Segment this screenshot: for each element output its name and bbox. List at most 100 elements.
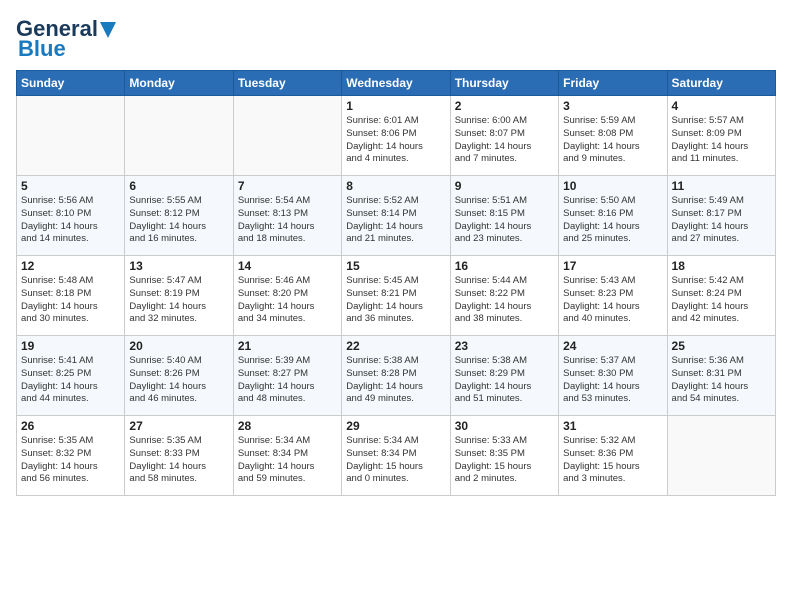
day-info: Sunrise: 5:52 AM Sunset: 8:14 PM Dayligh… xyxy=(346,195,445,246)
calendar-cell: 3 Sunrise: 5:59 AM Sunset: 8:08 PM Daylig… xyxy=(559,96,667,176)
day-info: Sunrise: 5:51 AM Sunset: 8:15 PM Dayligh… xyxy=(455,195,554,246)
calendar-week-row: 1Sunrise: 6:01 AM Sunset: 8:06 PM Daylig… xyxy=(17,96,776,176)
weekday-header-row: SundayMondayTuesdayWednesdayThursdayFrid… xyxy=(17,71,776,96)
day-number: 22 xyxy=(346,339,445,353)
calendar-cell xyxy=(125,96,233,176)
calendar-cell xyxy=(667,416,775,496)
day-number: 20 xyxy=(129,339,228,353)
day-info: Sunrise: 5:56 AM Sunset: 8:10 PM Dayligh… xyxy=(21,195,120,246)
calendar-table: SundayMondayTuesdayWednesdayThursdayFrid… xyxy=(16,70,776,496)
calendar-cell: 9 Sunrise: 5:51 AM Sunset: 8:15 PM Daylig… xyxy=(450,176,558,256)
day-info: Sunrise: 5:44 AM Sunset: 8:22 PM Dayligh… xyxy=(455,275,554,326)
day-number: 7 xyxy=(238,179,337,193)
weekday-header-saturday: Saturday xyxy=(667,71,775,96)
day-number: 11 xyxy=(672,179,771,193)
weekday-header-friday: Friday xyxy=(559,71,667,96)
calendar-cell: 20 Sunrise: 5:40 AM Sunset: 8:26 PM Dayli… xyxy=(125,336,233,416)
day-info: Sunrise: 5:35 AM Sunset: 8:32 PM Dayligh… xyxy=(21,435,120,486)
calendar-cell: 7 Sunrise: 5:54 AM Sunset: 8:13 PM Daylig… xyxy=(233,176,341,256)
calendar-cell: 19Sunrise: 5:41 AM Sunset: 8:25 PM Dayli… xyxy=(17,336,125,416)
calendar-cell: 4 Sunrise: 5:57 AM Sunset: 8:09 PM Daylig… xyxy=(667,96,775,176)
day-number: 5 xyxy=(21,179,120,193)
weekday-header-sunday: Sunday xyxy=(17,71,125,96)
day-number: 13 xyxy=(129,259,228,273)
day-info: Sunrise: 5:46 AM Sunset: 8:20 PM Dayligh… xyxy=(238,275,337,326)
page-header: General Blue xyxy=(16,16,776,62)
day-number: 2 xyxy=(455,99,554,113)
calendar-week-row: 5 Sunrise: 5:56 AM Sunset: 8:10 PM Daylig… xyxy=(17,176,776,256)
day-info: Sunrise: 5:45 AM Sunset: 8:21 PM Dayligh… xyxy=(346,275,445,326)
day-number: 18 xyxy=(672,259,771,273)
logo-triangle-icon xyxy=(98,18,118,40)
calendar-cell: 11Sunrise: 5:49 AM Sunset: 8:17 PM Dayli… xyxy=(667,176,775,256)
calendar-cell: 15 Sunrise: 5:45 AM Sunset: 8:21 PM Dayli… xyxy=(342,256,450,336)
day-info: Sunrise: 5:50 AM Sunset: 8:16 PM Dayligh… xyxy=(563,195,662,246)
day-number: 25 xyxy=(672,339,771,353)
day-number: 23 xyxy=(455,339,554,353)
calendar-cell: 12 Sunrise: 5:48 AM Sunset: 8:18 PM Dayli… xyxy=(17,256,125,336)
calendar-cell: 2 Sunrise: 6:00 AM Sunset: 8:07 PM Daylig… xyxy=(450,96,558,176)
calendar-cell: 14Sunrise: 5:46 AM Sunset: 8:20 PM Dayli… xyxy=(233,256,341,336)
calendar-cell: 29Sunrise: 5:34 AM Sunset: 8:34 PM Dayli… xyxy=(342,416,450,496)
weekday-header-thursday: Thursday xyxy=(450,71,558,96)
day-number: 8 xyxy=(346,179,445,193)
day-number: 9 xyxy=(455,179,554,193)
day-info: Sunrise: 5:48 AM Sunset: 8:18 PM Dayligh… xyxy=(21,275,120,326)
calendar-cell: 22 Sunrise: 5:38 AM Sunset: 8:28 PM Dayli… xyxy=(342,336,450,416)
calendar-cell xyxy=(17,96,125,176)
day-info: Sunrise: 5:55 AM Sunset: 8:12 PM Dayligh… xyxy=(129,195,228,246)
day-number: 27 xyxy=(129,419,228,433)
day-number: 1 xyxy=(346,99,445,113)
day-number: 12 xyxy=(21,259,120,273)
day-info: Sunrise: 5:36 AM Sunset: 8:31 PM Dayligh… xyxy=(672,355,771,406)
calendar-cell: 5 Sunrise: 5:56 AM Sunset: 8:10 PM Daylig… xyxy=(17,176,125,256)
day-number: 17 xyxy=(563,259,662,273)
calendar-cell: 6 Sunrise: 5:55 AM Sunset: 8:12 PM Daylig… xyxy=(125,176,233,256)
day-info: Sunrise: 5:59 AM Sunset: 8:08 PM Dayligh… xyxy=(563,115,662,166)
calendar-cell: 21 Sunrise: 5:39 AM Sunset: 8:27 PM Dayli… xyxy=(233,336,341,416)
day-info: Sunrise: 5:38 AM Sunset: 8:28 PM Dayligh… xyxy=(346,355,445,406)
calendar-cell: 31Sunrise: 5:32 AM Sunset: 8:36 PM Dayli… xyxy=(559,416,667,496)
day-number: 24 xyxy=(563,339,662,353)
day-number: 15 xyxy=(346,259,445,273)
calendar-cell: 1Sunrise: 6:01 AM Sunset: 8:06 PM Daylig… xyxy=(342,96,450,176)
day-info: Sunrise: 5:47 AM Sunset: 8:19 PM Dayligh… xyxy=(129,275,228,326)
day-info: Sunrise: 5:40 AM Sunset: 8:26 PM Dayligh… xyxy=(129,355,228,406)
day-number: 21 xyxy=(238,339,337,353)
day-number: 4 xyxy=(672,99,771,113)
day-info: Sunrise: 5:35 AM Sunset: 8:33 PM Dayligh… xyxy=(129,435,228,486)
logo-blue: Blue xyxy=(18,36,66,62)
day-info: Sunrise: 5:43 AM Sunset: 8:23 PM Dayligh… xyxy=(563,275,662,326)
weekday-header-monday: Monday xyxy=(125,71,233,96)
day-info: Sunrise: 5:38 AM Sunset: 8:29 PM Dayligh… xyxy=(455,355,554,406)
day-number: 28 xyxy=(238,419,337,433)
calendar-cell: 26 Sunrise: 5:35 AM Sunset: 8:32 PM Dayli… xyxy=(17,416,125,496)
logo: General Blue xyxy=(16,16,118,62)
calendar-cell: 25 Sunrise: 5:36 AM Sunset: 8:31 PM Dayli… xyxy=(667,336,775,416)
calendar-cell: 28Sunrise: 5:34 AM Sunset: 8:34 PM Dayli… xyxy=(233,416,341,496)
day-number: 16 xyxy=(455,259,554,273)
day-info: Sunrise: 5:57 AM Sunset: 8:09 PM Dayligh… xyxy=(672,115,771,166)
calendar-cell: 16 Sunrise: 5:44 AM Sunset: 8:22 PM Dayli… xyxy=(450,256,558,336)
calendar-week-row: 12 Sunrise: 5:48 AM Sunset: 8:18 PM Dayli… xyxy=(17,256,776,336)
day-info: Sunrise: 5:41 AM Sunset: 8:25 PM Dayligh… xyxy=(21,355,120,406)
day-number: 10 xyxy=(563,179,662,193)
calendar-cell: 27 Sunrise: 5:35 AM Sunset: 8:33 PM Dayli… xyxy=(125,416,233,496)
day-info: Sunrise: 5:39 AM Sunset: 8:27 PM Dayligh… xyxy=(238,355,337,406)
day-info: Sunrise: 5:34 AM Sunset: 8:34 PM Dayligh… xyxy=(346,435,445,486)
calendar-week-row: 19Sunrise: 5:41 AM Sunset: 8:25 PM Dayli… xyxy=(17,336,776,416)
calendar-cell: 23 Sunrise: 5:38 AM Sunset: 8:29 PM Dayli… xyxy=(450,336,558,416)
day-number: 30 xyxy=(455,419,554,433)
day-number: 6 xyxy=(129,179,228,193)
day-info: Sunrise: 6:00 AM Sunset: 8:07 PM Dayligh… xyxy=(455,115,554,166)
weekday-header-wednesday: Wednesday xyxy=(342,71,450,96)
day-number: 3 xyxy=(563,99,662,113)
day-info: Sunrise: 5:33 AM Sunset: 8:35 PM Dayligh… xyxy=(455,435,554,486)
day-info: Sunrise: 5:54 AM Sunset: 8:13 PM Dayligh… xyxy=(238,195,337,246)
weekday-header-tuesday: Tuesday xyxy=(233,71,341,96)
calendar-cell: 13 Sunrise: 5:47 AM Sunset: 8:19 PM Dayli… xyxy=(125,256,233,336)
day-number: 26 xyxy=(21,419,120,433)
day-info: Sunrise: 5:37 AM Sunset: 8:30 PM Dayligh… xyxy=(563,355,662,406)
day-number: 31 xyxy=(563,419,662,433)
calendar-cell: 30 Sunrise: 5:33 AM Sunset: 8:35 PM Dayli… xyxy=(450,416,558,496)
